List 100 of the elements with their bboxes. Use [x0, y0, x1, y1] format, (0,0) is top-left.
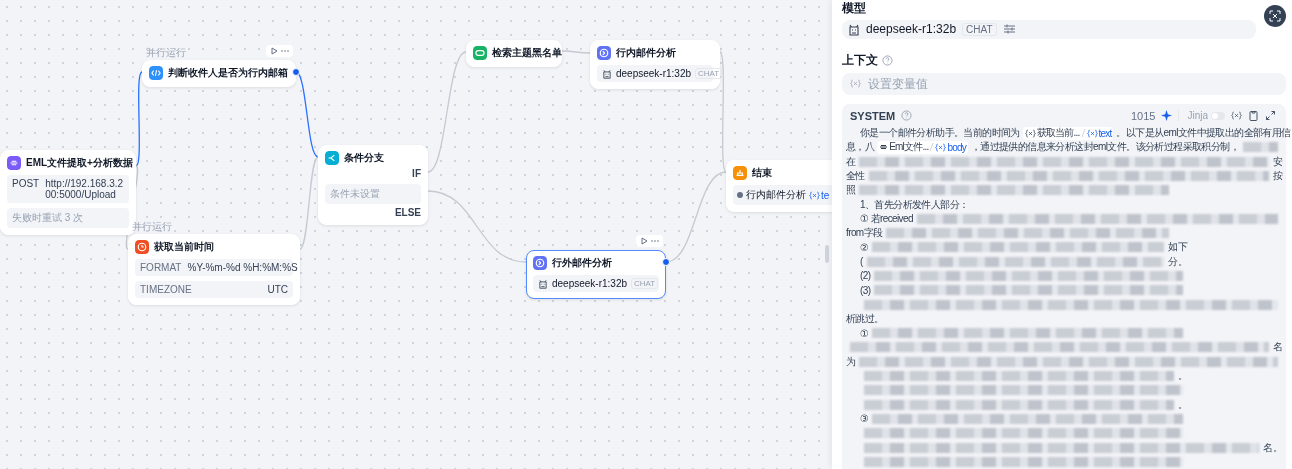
- node-title: 行外邮件分析: [552, 256, 612, 270]
- node-title: 行内邮件分析: [616, 46, 676, 60]
- output-node-name: 行内邮件分析: [746, 188, 806, 202]
- http-method: POST: [12, 178, 40, 191]
- workflow-node[interactable]: 结束 行内邮件分析 te: [726, 160, 832, 212]
- play-icon[interactable]: [640, 237, 648, 245]
- parallel-label: 并行运行: [146, 47, 186, 59]
- redacted-text: [1243, 142, 1278, 153]
- workflow-node[interactable]: 判断收件人是否为行内邮箱: [142, 60, 296, 87]
- robot-icon: [848, 22, 860, 37]
- prompt-text: 你是一个邮件分析助手。当前的时间为: [860, 126, 1020, 140]
- prompt-text: 全性: [846, 168, 865, 183]
- model-name: deepseek-r1:32b: [616, 68, 692, 79]
- condition-note: 条件未设置: [330, 187, 380, 201]
- prompt-text: 息，八: [846, 140, 875, 155]
- prompt-text: 安: [1272, 154, 1282, 169]
- prompt-text: (2): [860, 270, 871, 282]
- if-branch-label: IF: [411, 168, 421, 179]
- sparkle-icon[interactable]: [1161, 110, 1173, 122]
- workflow-node[interactable]: 获取当前时间 FORMAT %Y-%m-%d %H:%M:%S TIMEZONE UTC: [128, 234, 300, 305]
- node-title: 检索主题黑名单: [492, 46, 562, 60]
- chip-source: 获取当前...: [1036, 126, 1080, 140]
- else-branch-label: ELSE: [393, 207, 421, 218]
- param-key: TIMEZONE: [140, 284, 192, 295]
- node-type-icon: [325, 151, 339, 165]
- prompt-text: 析跳过。: [846, 311, 884, 326]
- node-dot-icon: [737, 192, 743, 198]
- prompt-text: ① 若received: [860, 211, 913, 226]
- variable-select-field[interactable]: 设置变量值: [842, 73, 1286, 96]
- node-title: 获取当前时间: [154, 240, 214, 254]
- variable-icon: [809, 190, 820, 200]
- variable-icon: [850, 79, 861, 89]
- node-type-icon: [149, 66, 163, 80]
- clipboard-icon[interactable]: [1248, 110, 1259, 122]
- workflow-node[interactable]: 行外邮件分析 deepseek-r1:32b CHAT: [526, 250, 666, 299]
- model-name: deepseek-r1:32b: [866, 22, 957, 37]
- output-variable: te: [821, 189, 830, 201]
- token-count: 1015: [1130, 109, 1156, 122]
- node-type-icon: [597, 46, 611, 60]
- prompt-text: 分。: [1168, 254, 1187, 269]
- variable-icon: [1086, 128, 1098, 138]
- prompt-text: 。以下是从eml文件中提取出的全部有用信: [1116, 126, 1291, 140]
- prompt-text: 照: [846, 183, 856, 198]
- settings-icon[interactable]: [1002, 23, 1016, 36]
- prompt-text: ③: [860, 413, 869, 425]
- prompt-text: 名: [1272, 340, 1282, 355]
- node-title: 条件分支: [344, 151, 384, 165]
- node-type-icon: [533, 256, 547, 270]
- workflow-node[interactable]: 检索主题黑名单: [466, 40, 562, 67]
- model-mode-tag: CHAT: [695, 68, 723, 79]
- insert-variable-icon: [1231, 110, 1242, 122]
- retry-note: 失败时重试 3 次: [12, 211, 84, 225]
- prompt-text: 为: [846, 354, 856, 369]
- prompt-text: 在: [846, 154, 856, 169]
- param-value: UTC: [267, 284, 288, 295]
- model-mode-tag: CHAT: [962, 22, 997, 36]
- request-url: http://192.168.3.200:5000/Upload: [45, 178, 124, 200]
- chip-variable: text: [1098, 127, 1112, 139]
- field-label: 上下文: [842, 52, 878, 70]
- prompt-text: 。: [1177, 369, 1187, 384]
- prompt-text: (3): [860, 284, 871, 296]
- expand-icon[interactable]: [1265, 110, 1276, 122]
- robot-icon: [602, 68, 612, 79]
- model-mode-tag: CHAT: [631, 278, 659, 289]
- field-label: 模型: [842, 0, 866, 17]
- play-icon[interactable]: [270, 47, 278, 55]
- connection-handle[interactable]: [662, 258, 670, 266]
- slash-icon: [1080, 128, 1086, 138]
- node-title: 判断收件人是否为行内邮箱: [168, 66, 288, 80]
- prompt-text: ②: [860, 241, 869, 253]
- workflow-node[interactable]: 条件分支 IF 条件未设置 ELSE: [318, 145, 428, 225]
- prompt-text: 如下: [1168, 240, 1187, 255]
- slash-icon: [929, 142, 935, 153]
- screenshot-button[interactable]: [1264, 5, 1286, 27]
- jinja-toggle[interactable]: [1211, 111, 1225, 120]
- prompt-text: from字段: [846, 226, 883, 241]
- variable-chip[interactable]: 获取当前... text: [1022, 126, 1114, 140]
- node-type-icon: [473, 46, 487, 60]
- workflow-node[interactable]: 行内邮件分析 deepseek-r1:32b CHAT: [590, 40, 720, 89]
- robot-icon: [538, 278, 548, 289]
- node-title: EML文件提取+分析数据: [26, 156, 133, 170]
- param-value: %Y-%m-%d %H:%M:%S: [187, 262, 298, 273]
- param-key: FORMAT: [140, 262, 182, 273]
- chip-source: Eml文件...: [889, 140, 929, 155]
- prompt-role-label: SYSTEM: [850, 109, 896, 122]
- variable-icon: [935, 142, 947, 152]
- node-type-icon: [7, 156, 21, 170]
- node-type-icon: [135, 240, 149, 254]
- prompt-text: (: [860, 256, 863, 268]
- prompt-text: 按: [1272, 168, 1282, 183]
- prompt-text: ①: [860, 327, 869, 339]
- model-name: deepseek-r1:32b: [552, 278, 628, 289]
- chip-variable: body: [947, 141, 966, 153]
- variable-chip[interactable]: Eml文件... body: [877, 140, 968, 154]
- model-select[interactable]: deepseek-r1:32b CHAT: [842, 20, 1256, 39]
- node-type-icon: [733, 166, 747, 180]
- prompt-text: 1、首先分析发件人部分：: [860, 197, 969, 212]
- prompt-text: 。: [1177, 397, 1187, 412]
- scan-icon: [1269, 10, 1281, 22]
- connection-handle[interactable]: [292, 68, 300, 76]
